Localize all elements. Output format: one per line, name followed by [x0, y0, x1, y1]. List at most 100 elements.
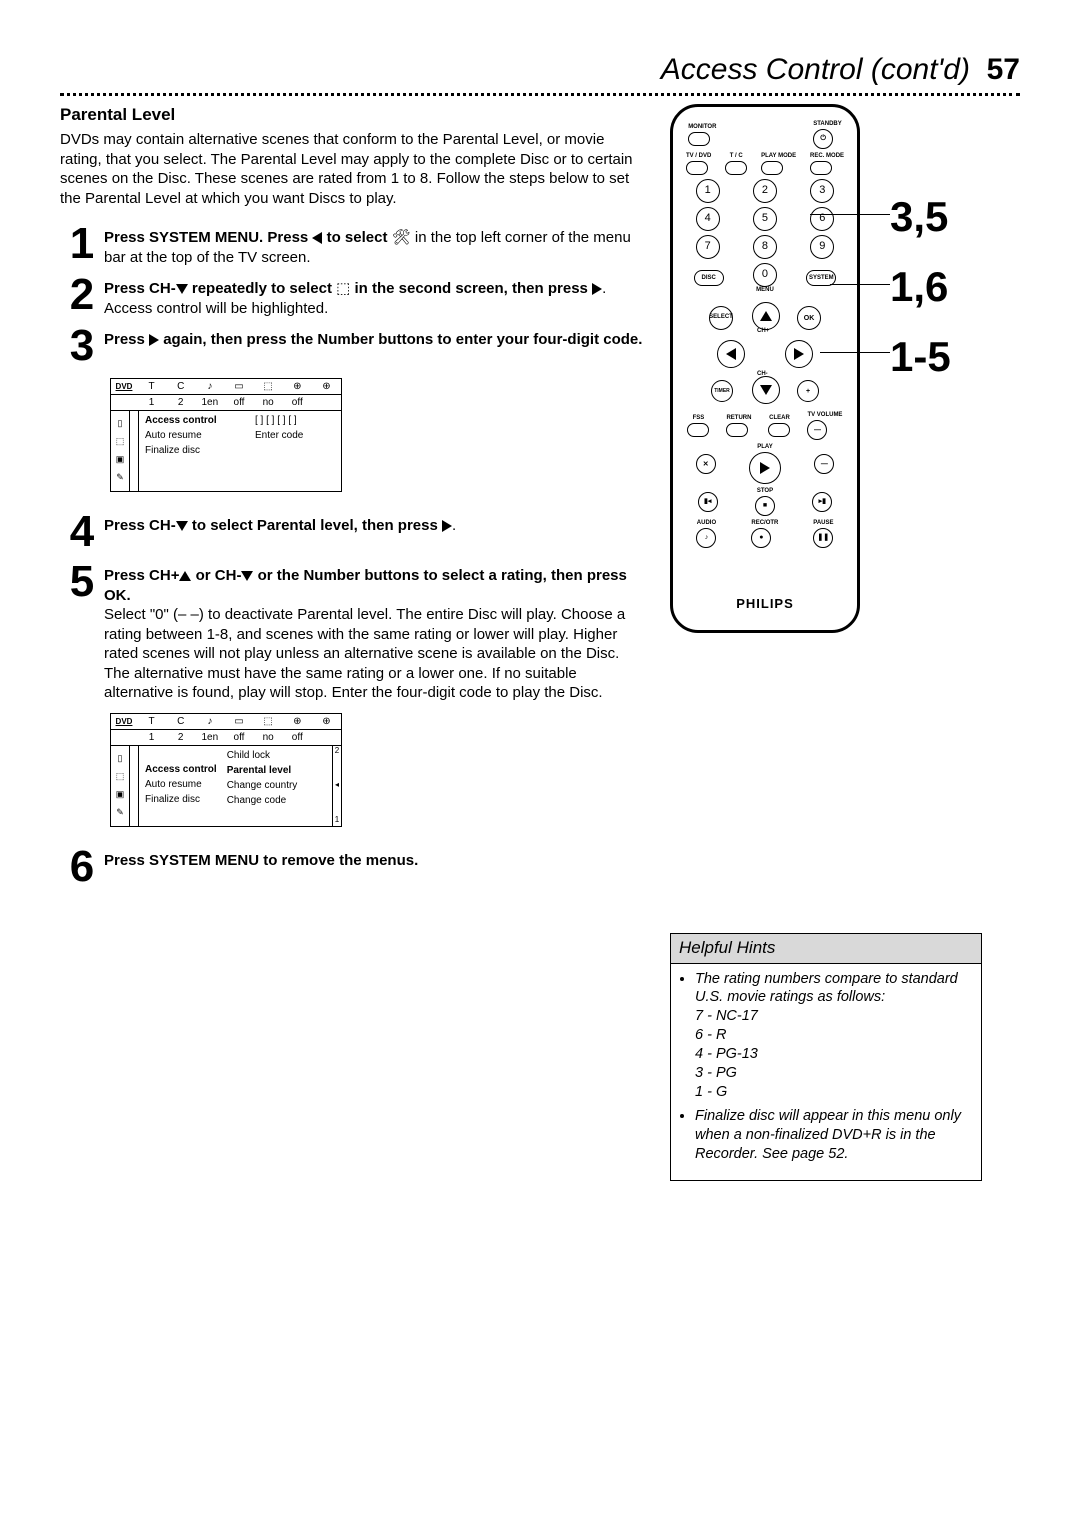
ch-up-button [752, 302, 780, 330]
right-arrow-icon [442, 520, 452, 532]
wrench-icon: ✎ [116, 807, 124, 819]
wrench-icon: ✎ [116, 472, 124, 484]
osd-figure-enter-code: DVD TC♪▭⬚⊕⊕ 121enoffnooff ▯ ⬚ ▣ ✎ Access… [110, 378, 342, 492]
pause-button: ❚❚ [813, 528, 833, 548]
helpful-hints-box: Helpful Hints The rating numbers compare… [670, 933, 982, 1181]
fss-button [687, 423, 709, 437]
prev-button: ▮◂ [698, 492, 718, 512]
ch-down-button [752, 376, 780, 404]
step-2: 2 Press CH- repeatedly to select ⬚ in th… [60, 273, 646, 318]
stop-button: ■ [755, 496, 775, 516]
hint-item: Finalize disc will appear in this menu o… [695, 1107, 971, 1164]
playmode-button [761, 161, 783, 175]
remote-diagram: MONITOR STANDBY ⏻ TV / DVD T / C PLAY MO… [670, 104, 860, 633]
page-number: 57 [987, 53, 1020, 86]
osd-item: Finalize disc [139, 443, 251, 458]
header-rule [60, 93, 1020, 96]
clear-button [768, 423, 790, 437]
osd-side-icons: ▯ ⬚ ▣ ✎ [111, 411, 130, 491]
nav-right-button [785, 340, 813, 368]
osd-item: Change country [223, 778, 332, 793]
osd-item: Finalize disc [139, 792, 223, 807]
osd-item: Change code [223, 793, 332, 808]
step-4: 4 Press CH- to select Parental level, th… [60, 510, 646, 554]
annotation-16: 1,6 [890, 260, 948, 315]
audio-button: ♪ [696, 528, 716, 548]
osd-scrollbar: 2 ◂ 1 [332, 746, 341, 826]
hint-item: The rating numbers compare to standard U… [695, 970, 971, 1102]
num-7-button: 7 [696, 235, 720, 259]
select-button: SELECT [709, 306, 733, 330]
left-arrow-icon [312, 232, 322, 244]
tv-volume-button: — [807, 420, 827, 440]
return-button [726, 423, 748, 437]
step-number: 3 [60, 324, 104, 368]
recmode-button [810, 161, 832, 175]
intro-paragraph: DVDs may contain alternative scenes that… [60, 130, 646, 208]
timer-button: TIMER [711, 380, 733, 402]
tv-dvd-button [686, 161, 708, 175]
osd-item: Auto resume [139, 428, 251, 443]
plus-button: + [797, 380, 819, 402]
step-number: 5 [60, 560, 104, 604]
hints-title: Helpful Hints [671, 934, 981, 963]
rec-button: ● [751, 528, 771, 548]
num-9-button: 9 [810, 235, 834, 259]
brand-logo: PHILIPS [679, 596, 851, 613]
step-number: 2 [60, 273, 104, 317]
standby-button: ⏻ [813, 129, 833, 149]
screen-icon: ▣ [116, 789, 125, 801]
annotation-15: 1-5 [890, 330, 951, 385]
features-icon: ⬚ [116, 436, 125, 448]
title-text: Access Control (cont'd) [661, 53, 970, 86]
step-3: 3 Press again, then press the Number but… [60, 324, 646, 368]
num-3-button: 3 [810, 179, 834, 203]
down-arrow-icon [241, 571, 253, 581]
annotation-35: 3,5 [890, 190, 948, 245]
num-8-button: 8 [753, 235, 777, 259]
num-5-button: 5 [753, 207, 777, 231]
osd-item: Access control [139, 413, 251, 428]
osd-enter-code: Enter code [251, 428, 341, 443]
step-1: 1 Press SYSTEM MENU. Press to select 🛠 i… [60, 222, 646, 267]
ok-button: OK [797, 306, 821, 330]
num-2-button: 2 [753, 179, 777, 203]
disc-button: DISC [694, 270, 724, 286]
step-5: 5 Press CH+ or CH- or the Number buttons… [60, 560, 646, 703]
right-arrow-icon [592, 283, 602, 295]
step-5-body: Select "0" (– –) to deactivate Parental … [104, 606, 625, 701]
vol-down-button: — [814, 454, 834, 474]
shuffle-button: ✕ [696, 454, 716, 474]
osd-item: Child lock [223, 748, 332, 763]
osd-item: Auto resume [139, 777, 223, 792]
screen-icon: ▣ [116, 454, 125, 466]
osd-slots: [ ] [ ] [ ] [ ] [251, 413, 341, 428]
step-number: 1 [60, 222, 104, 266]
remote-icon: ▯ [118, 418, 123, 430]
tc-button [725, 161, 747, 175]
right-arrow-icon [149, 334, 159, 346]
nav-left-button [717, 340, 745, 368]
num-6-button: 6 [810, 207, 834, 231]
osd-side-icons: ▯ ⬚ ▣ ✎ [111, 746, 130, 826]
next-button: ▸▮ [812, 492, 832, 512]
osd-figure-parental-level: DVD TC♪▭⬚⊕⊕ 121enoffnooff ▯ ⬚ ▣ ✎ [110, 713, 342, 827]
disc-features-icon: ⬚ [336, 280, 350, 297]
step-number: 4 [60, 510, 104, 554]
monitor-button [688, 132, 710, 146]
wrench-icon: 🛠 [392, 229, 411, 246]
remote-icon: ▯ [118, 753, 123, 765]
down-arrow-icon [176, 284, 188, 294]
osd-item: Access control [139, 762, 223, 777]
page-title: Access Control (cont'd) 57 [60, 50, 1020, 89]
features-icon: ⬚ [116, 771, 125, 783]
down-arrow-icon [176, 521, 188, 531]
play-button [749, 452, 781, 484]
num-0-button: 0 [753, 263, 777, 287]
step-6: 6 Press SYSTEM MENU to remove the menus. [60, 845, 646, 889]
section-heading: Parental Level [60, 104, 646, 126]
step-number: 6 [60, 845, 104, 889]
num-4-button: 4 [696, 207, 720, 231]
num-1-button: 1 [696, 179, 720, 203]
osd-item: Parental level [223, 763, 332, 778]
